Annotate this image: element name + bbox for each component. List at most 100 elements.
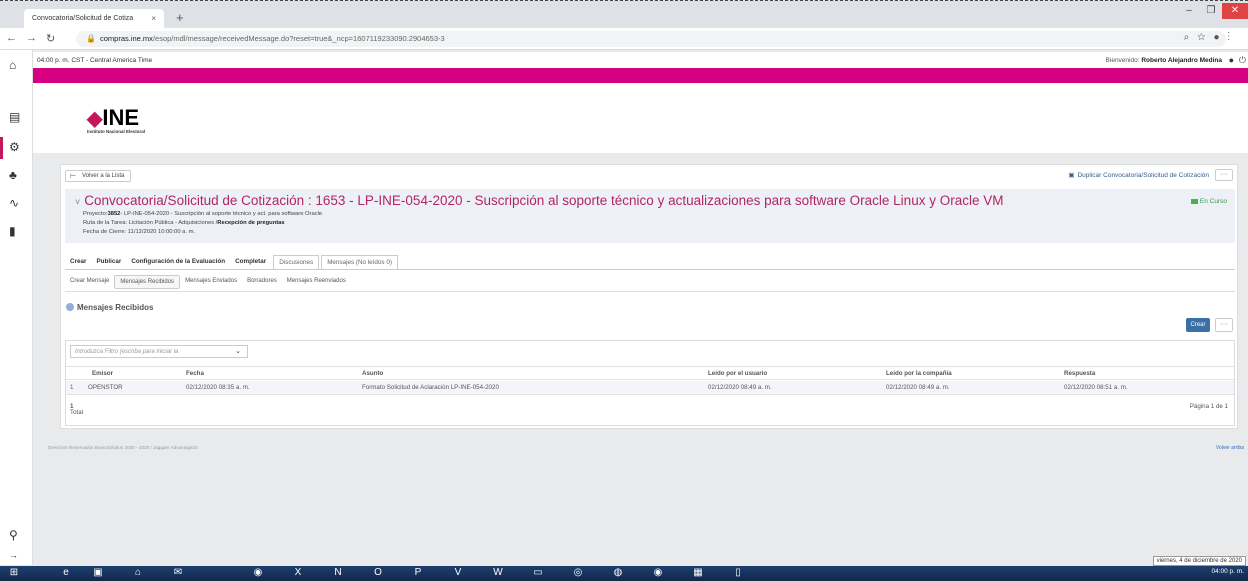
duplicate-label: Duplicar Convocatoria/Solicitud de Cotiz…: [1077, 172, 1209, 179]
home-icon[interactable]: ⌂: [9, 58, 16, 72]
media-icon[interactable]: ◍: [610, 567, 626, 580]
powerpoint-icon[interactable]: P: [410, 567, 426, 580]
subtab-mensajes-reenviados[interactable]: Mensajes Reenviados: [282, 275, 351, 289]
page-title: ˅ Convocatoria/Solicitud de Cotización : …: [75, 193, 1003, 208]
tab-completar[interactable]: Completar: [230, 255, 271, 269]
chrome-2-icon[interactable]: ◉: [650, 567, 666, 580]
left-rail: ⌂ ▤ ⚙ ♣ ∿ ▮ ⚲ →: [0, 50, 33, 565]
cell-respuesta: 02/12/2020 08:51 a. m.: [1064, 384, 1128, 391]
reload-icon[interactable]: ↻: [46, 32, 55, 45]
expand-arrow-icon[interactable]: →: [9, 550, 18, 560]
back-to-list-button[interactable]: ⊢ Volver a la Lista: [65, 170, 132, 182]
org-chart-icon[interactable]: ♣: [9, 168, 17, 182]
excel-icon[interactable]: X: [290, 567, 306, 580]
cell-leido-usuario: 02/12/2020 08:49 a. m.: [708, 384, 772, 391]
power-icon[interactable]: ⏻: [1239, 55, 1246, 66]
route-line: Ruta de la Tarea: Licitación Pública - A…: [83, 220, 285, 226]
profile-icon[interactable]: ●: [1213, 32, 1227, 43]
browser-actions: ⌕☆●⋮: [1184, 32, 1238, 43]
chevron-down-icon[interactable]: ⌄: [235, 347, 241, 355]
user-name[interactable]: Roberto Alejandro Medina: [1141, 57, 1222, 64]
app-icon[interactable]: ▣: [90, 567, 106, 580]
tab-configuracion-evaluacion[interactable]: Configuración de la Evaluación: [126, 255, 230, 269]
ie-icon[interactable]: e: [58, 567, 74, 580]
folder-icon[interactable]: ▭: [530, 567, 546, 580]
main-tabs: Crear Publicar Configuración de la Evalu…: [65, 255, 398, 269]
mail-icon[interactable]: ✉: [170, 567, 186, 580]
project-id[interactable]: 3852: [108, 211, 121, 217]
close-window-icon[interactable]: ✕: [1222, 3, 1248, 19]
subtabs-divider: [65, 291, 1235, 292]
url-input[interactable]: 🔒 compras.ine.mx/esop/mdl/message/receiv…: [76, 31, 1226, 47]
tab-crear[interactable]: Crear: [65, 255, 91, 269]
more-actions-button[interactable]: ···: [1215, 169, 1233, 181]
col-leido-compania[interactable]: Leído por la compañía: [886, 370, 952, 377]
section-title-text: Mensajes Recibidos: [77, 303, 154, 312]
subtab-crear-mensaje[interactable]: Crear Mensaje: [65, 275, 114, 289]
status-text: En Curso: [1199, 198, 1227, 205]
word-icon[interactable]: W: [490, 567, 506, 580]
star-icon[interactable]: ☆: [1197, 32, 1213, 43]
table-footer: Total 1 Página 1 de 1: [66, 397, 1234, 417]
duplicate-icon: ▣: [1068, 172, 1075, 179]
subtab-mensajes-recibidos[interactable]: Mensajes Recibidos: [114, 275, 181, 289]
restore-icon[interactable]: ❐: [1200, 3, 1222, 19]
table-header: Emisor Fecha Asunto Leído por el usuario…: [66, 366, 1234, 380]
collapse-chevron-icon[interactable]: ˅: [75, 197, 80, 207]
col-emisor[interactable]: Emisor: [92, 370, 113, 377]
project-label: Proyecto:: [83, 211, 108, 217]
close-date-line: Fecha de Cierre: 11/12/2020 10:00:00 a. …: [83, 229, 195, 235]
chrome-icon[interactable]: ◉: [250, 567, 266, 580]
back-arrow-icon[interactable]: ←: [6, 32, 17, 44]
system-clock[interactable]: 04:00 p. m.: [1211, 568, 1244, 575]
onenote-icon[interactable]: N: [330, 567, 346, 580]
outlook-icon[interactable]: O: [370, 567, 386, 580]
col-fecha[interactable]: Fecha: [186, 370, 204, 377]
dashboard-icon[interactable]: ▤: [9, 110, 20, 124]
files-icon[interactable]: ▯: [730, 567, 746, 580]
user-icon[interactable]: ●: [1229, 55, 1234, 65]
minimize-icon[interactable]: –: [1178, 3, 1200, 19]
window-controls: – ❐ ✕: [1178, 3, 1248, 19]
browser-tab[interactable]: Convocatoria/Solicitud de Cotiza ×: [24, 9, 164, 29]
url-path: /esop/mdl/message/receivedMessage.do?res…: [152, 34, 445, 43]
close-tab-icon[interactable]: ×: [151, 14, 156, 23]
messages-grid: Introduzca Filtro (escriba para iniciar …: [65, 340, 1235, 426]
back-to-list-label: Volver a la Lista: [82, 173, 125, 179]
tab-mensajes[interactable]: Mensajes (No leídos 0): [321, 255, 398, 269]
col-leido-usuario[interactable]: Leído por el usuario: [708, 370, 767, 377]
analytics-icon[interactable]: ∿: [9, 196, 19, 210]
documents-icon[interactable]: ▮: [9, 224, 16, 238]
windows-start-icon[interactable]: ⊞: [6, 567, 22, 580]
create-button[interactable]: Crear: [1186, 318, 1210, 332]
col-respuesta[interactable]: Respuesta: [1064, 370, 1095, 377]
home-app-icon[interactable]: ⌂: [130, 567, 146, 580]
close-date-label: Fecha de Cierre:: [83, 229, 127, 235]
back-to-top-link[interactable]: Volver arriba: [1216, 445, 1244, 451]
browser-tab-bar: Convocatoria/Solicitud de Cotiza × + – ❐…: [0, 0, 1248, 29]
filter-input[interactable]: Introduzca Filtro (escriba para iniciar …: [70, 345, 248, 358]
new-tab-button[interactable]: +: [176, 10, 184, 25]
menu-icon[interactable]: ⋮: [1228, 32, 1239, 43]
project-line: Proyecto:3852- LP-INE-054-2020 - Suscrip…: [83, 211, 322, 217]
main-panel: ⊢ Volver a la Lista ▣ Duplicar Convocator…: [60, 164, 1238, 429]
welcome-text: Bienvenido: Roberto Alejandro Medina: [1106, 57, 1222, 64]
spotify-icon[interactable]: ◎: [570, 567, 586, 580]
tab-discusiones[interactable]: Discusiones: [273, 255, 320, 269]
page-footer: Derechos Reservados BravoSolution 2000 -…: [33, 437, 1248, 461]
search-icon[interactable]: ⚲: [9, 528, 18, 542]
zoom-icon[interactable]: ⌕: [1184, 32, 1198, 43]
table-row[interactable]: 1 OPENSTOR 02/12/2020 08:35 a. m. Format…: [66, 381, 1234, 395]
forward-arrow-icon[interactable]: →: [26, 32, 37, 44]
subtab-mensajes-enviados[interactable]: Mensajes Enviados: [180, 275, 242, 289]
ine-logo[interactable]: ◆INE Instituto Nacional Electoral: [87, 105, 145, 134]
tab-publicar[interactable]: Publicar: [91, 255, 126, 269]
col-asunto[interactable]: Asunto: [362, 370, 383, 377]
duplicate-link[interactable]: ▣ Duplicar Convocatoria/Solicitud de Coti…: [1068, 171, 1209, 179]
visio-icon[interactable]: V: [450, 567, 466, 580]
grid-more-button[interactable]: ···: [1215, 318, 1233, 332]
teams-icon[interactable]: ▦: [690, 567, 706, 580]
handshake-icon[interactable]: ⚙: [9, 140, 20, 154]
subtab-borradores[interactable]: Borradores: [242, 275, 282, 289]
cell-asunto[interactable]: Formato Solicitud de Aclaración LP-INE-0…: [362, 384, 499, 391]
